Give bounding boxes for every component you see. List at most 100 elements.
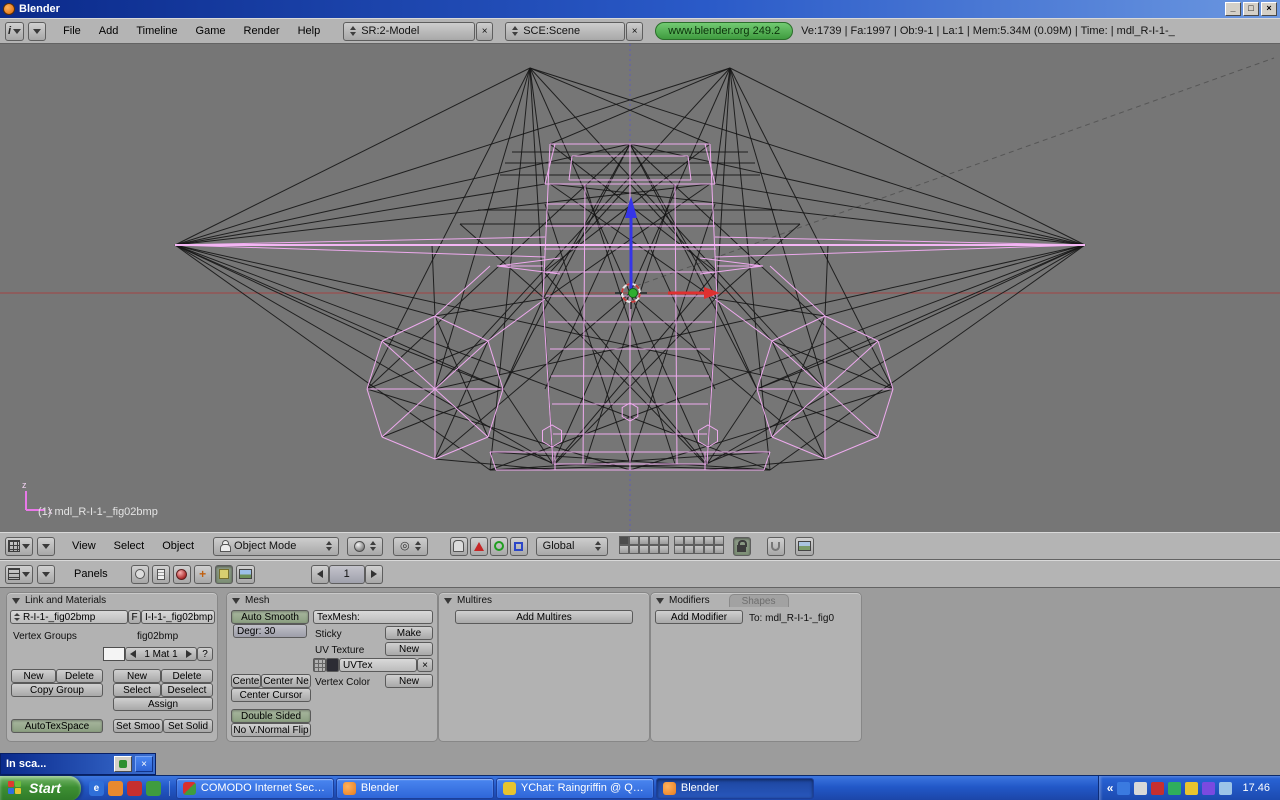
layer-buttons-group-2[interactable] bbox=[675, 537, 725, 555]
layer-toggle[interactable] bbox=[694, 545, 704, 554]
layer-toggle[interactable] bbox=[694, 536, 704, 545]
messenger-icon[interactable] bbox=[146, 781, 161, 796]
background-window-icon-button[interactable] bbox=[114, 756, 132, 772]
panel-header[interactable]: Modifiers Shapes bbox=[651, 593, 861, 608]
layer-toggle[interactable] bbox=[629, 536, 639, 545]
layer-toggle[interactable] bbox=[649, 536, 659, 545]
uvtex-image-icon[interactable] bbox=[326, 658, 339, 672]
volume-icon[interactable] bbox=[1219, 782, 1232, 795]
autotexspace-button[interactable]: AutoTexSpace bbox=[11, 719, 103, 733]
layer-toggle[interactable] bbox=[704, 536, 714, 545]
internet-explorer-icon[interactable]: e bbox=[89, 781, 104, 796]
background-window-titlebar[interactable]: In sca... × bbox=[0, 753, 156, 775]
maximize-button[interactable]: □ bbox=[1243, 2, 1259, 16]
material-color-swatch[interactable] bbox=[103, 647, 125, 661]
layer-toggle[interactable] bbox=[674, 545, 684, 554]
double-sided-button[interactable]: Double Sided bbox=[231, 709, 311, 723]
panel-header[interactable]: Link and Materials bbox=[7, 593, 217, 608]
media-player-icon[interactable] bbox=[127, 781, 142, 796]
header-menu-collapse-button[interactable] bbox=[37, 537, 55, 556]
material-index-stepper[interactable]: 1 Mat 1 bbox=[125, 647, 197, 661]
task-blender-2-active[interactable]: Blender bbox=[656, 778, 814, 799]
layer-toggle[interactable] bbox=[629, 545, 639, 554]
menu-render[interactable]: Render bbox=[235, 23, 289, 39]
object-name-field[interactable]: I-I-1-_fig02bmp bbox=[141, 610, 215, 624]
menu-view[interactable]: View bbox=[63, 538, 105, 554]
draw-type-dropdown[interactable] bbox=[347, 537, 383, 556]
tray-icon-2[interactable] bbox=[1134, 782, 1147, 795]
centre-button[interactable]: Cente bbox=[231, 674, 261, 688]
pivot-dropdown[interactable]: ◎ bbox=[393, 537, 428, 556]
material-new-button[interactable]: New bbox=[113, 669, 161, 683]
uv-texture-new-button[interactable]: New bbox=[385, 642, 433, 656]
auto-smooth-button[interactable]: Auto Smooth bbox=[231, 610, 309, 624]
manipulator-toggle-button[interactable] bbox=[450, 537, 468, 556]
add-multires-button[interactable]: Add Multires bbox=[455, 610, 633, 624]
menu-game[interactable]: Game bbox=[187, 23, 235, 39]
stepper-left-icon[interactable] bbox=[130, 650, 136, 658]
menu-add[interactable]: Add bbox=[90, 23, 128, 39]
tray-icon-1[interactable] bbox=[1117, 782, 1130, 795]
frame-step-back-button[interactable] bbox=[311, 565, 329, 584]
context-editing-button[interactable] bbox=[215, 565, 233, 584]
centre-cursor-button[interactable]: Center Cursor bbox=[231, 688, 311, 702]
panel-header[interactable]: Mesh bbox=[227, 593, 437, 608]
context-scene-button[interactable] bbox=[236, 565, 255, 584]
vgroup-new-button[interactable]: New bbox=[11, 669, 56, 683]
add-modifier-button[interactable]: Add Modifier bbox=[655, 610, 743, 624]
manipulator-translate-button[interactable] bbox=[470, 537, 488, 556]
layer-toggle[interactable] bbox=[619, 545, 629, 554]
menu-timeline[interactable]: Timeline bbox=[127, 23, 186, 39]
frame-number-field[interactable]: 1 bbox=[329, 565, 365, 584]
editor-type-buttons-button[interactable] bbox=[5, 565, 33, 584]
deselect-button[interactable]: Deselect bbox=[161, 683, 213, 697]
frame-step-forward-button[interactable] bbox=[365, 565, 383, 584]
task-blender-1[interactable]: Blender bbox=[336, 778, 494, 799]
layer-toggle[interactable] bbox=[639, 545, 649, 554]
mesh-datablock-field[interactable]: R-I-1-_fig02bmp bbox=[10, 610, 128, 624]
set-smooth-button[interactable]: Set Smoo bbox=[113, 719, 163, 733]
layer-buttons-group-1[interactable] bbox=[620, 537, 670, 555]
texmesh-field[interactable]: TexMesh: bbox=[313, 610, 433, 624]
lock-layers-button[interactable] bbox=[733, 537, 751, 556]
layer-toggle[interactable] bbox=[684, 536, 694, 545]
minimize-button[interactable]: _ bbox=[1225, 2, 1241, 16]
render-preview-button[interactable] bbox=[795, 537, 814, 556]
mode-dropdown[interactable]: Object Mode bbox=[213, 537, 339, 556]
background-window-close-button[interactable]: × bbox=[135, 756, 153, 772]
screen-delete-button[interactable]: × bbox=[476, 22, 493, 41]
tray-icon-5[interactable] bbox=[1185, 782, 1198, 795]
screen-selector[interactable]: SR:2-Model bbox=[343, 22, 475, 41]
menu-file[interactable]: File bbox=[54, 23, 90, 39]
uvtex-name-field[interactable]: UVTex bbox=[339, 658, 417, 672]
orientation-dropdown[interactable]: Global bbox=[536, 537, 608, 556]
manipulator-scale-button[interactable] bbox=[510, 537, 528, 556]
tray-icon-3[interactable] bbox=[1151, 782, 1164, 795]
manipulator-rotate-button[interactable] bbox=[490, 537, 508, 556]
layer-toggle[interactable] bbox=[684, 545, 694, 554]
uvtex-grid-icon[interactable] bbox=[313, 658, 326, 672]
snap-button[interactable] bbox=[767, 537, 785, 556]
menu-help[interactable]: Help bbox=[289, 23, 330, 39]
task-ychat[interactable]: YChat: Raingriffin @ Qu... bbox=[496, 778, 654, 799]
context-shading-button[interactable] bbox=[173, 565, 191, 584]
editor-type-info-button[interactable]: i bbox=[5, 22, 24, 41]
layer-toggle[interactable] bbox=[714, 545, 724, 554]
layer-toggle[interactable] bbox=[619, 536, 629, 545]
vertex-color-new-button[interactable]: New bbox=[385, 674, 433, 688]
header-menu-collapse-button[interactable] bbox=[37, 565, 55, 584]
material-help-button[interactable]: ? bbox=[197, 647, 213, 661]
set-solid-button[interactable]: Set Solid bbox=[163, 719, 213, 733]
panel-header[interactable]: Multires bbox=[439, 593, 649, 608]
editor-type-3dview-button[interactable] bbox=[5, 537, 33, 556]
layer-toggle[interactable] bbox=[674, 536, 684, 545]
panels-menu-label[interactable]: Panels bbox=[65, 566, 117, 582]
menu-object[interactable]: Object bbox=[153, 538, 203, 554]
layer-toggle[interactable] bbox=[659, 536, 669, 545]
stepper-right-icon[interactable] bbox=[186, 650, 192, 658]
start-button[interactable]: Start bbox=[0, 776, 81, 800]
vgroup-delete-button[interactable]: Delete bbox=[56, 669, 103, 683]
centre-new-button[interactable]: Center Ne bbox=[261, 674, 311, 688]
task-comodo[interactable]: COMODO Internet Security bbox=[176, 778, 334, 799]
scene-delete-button[interactable]: × bbox=[626, 22, 643, 41]
